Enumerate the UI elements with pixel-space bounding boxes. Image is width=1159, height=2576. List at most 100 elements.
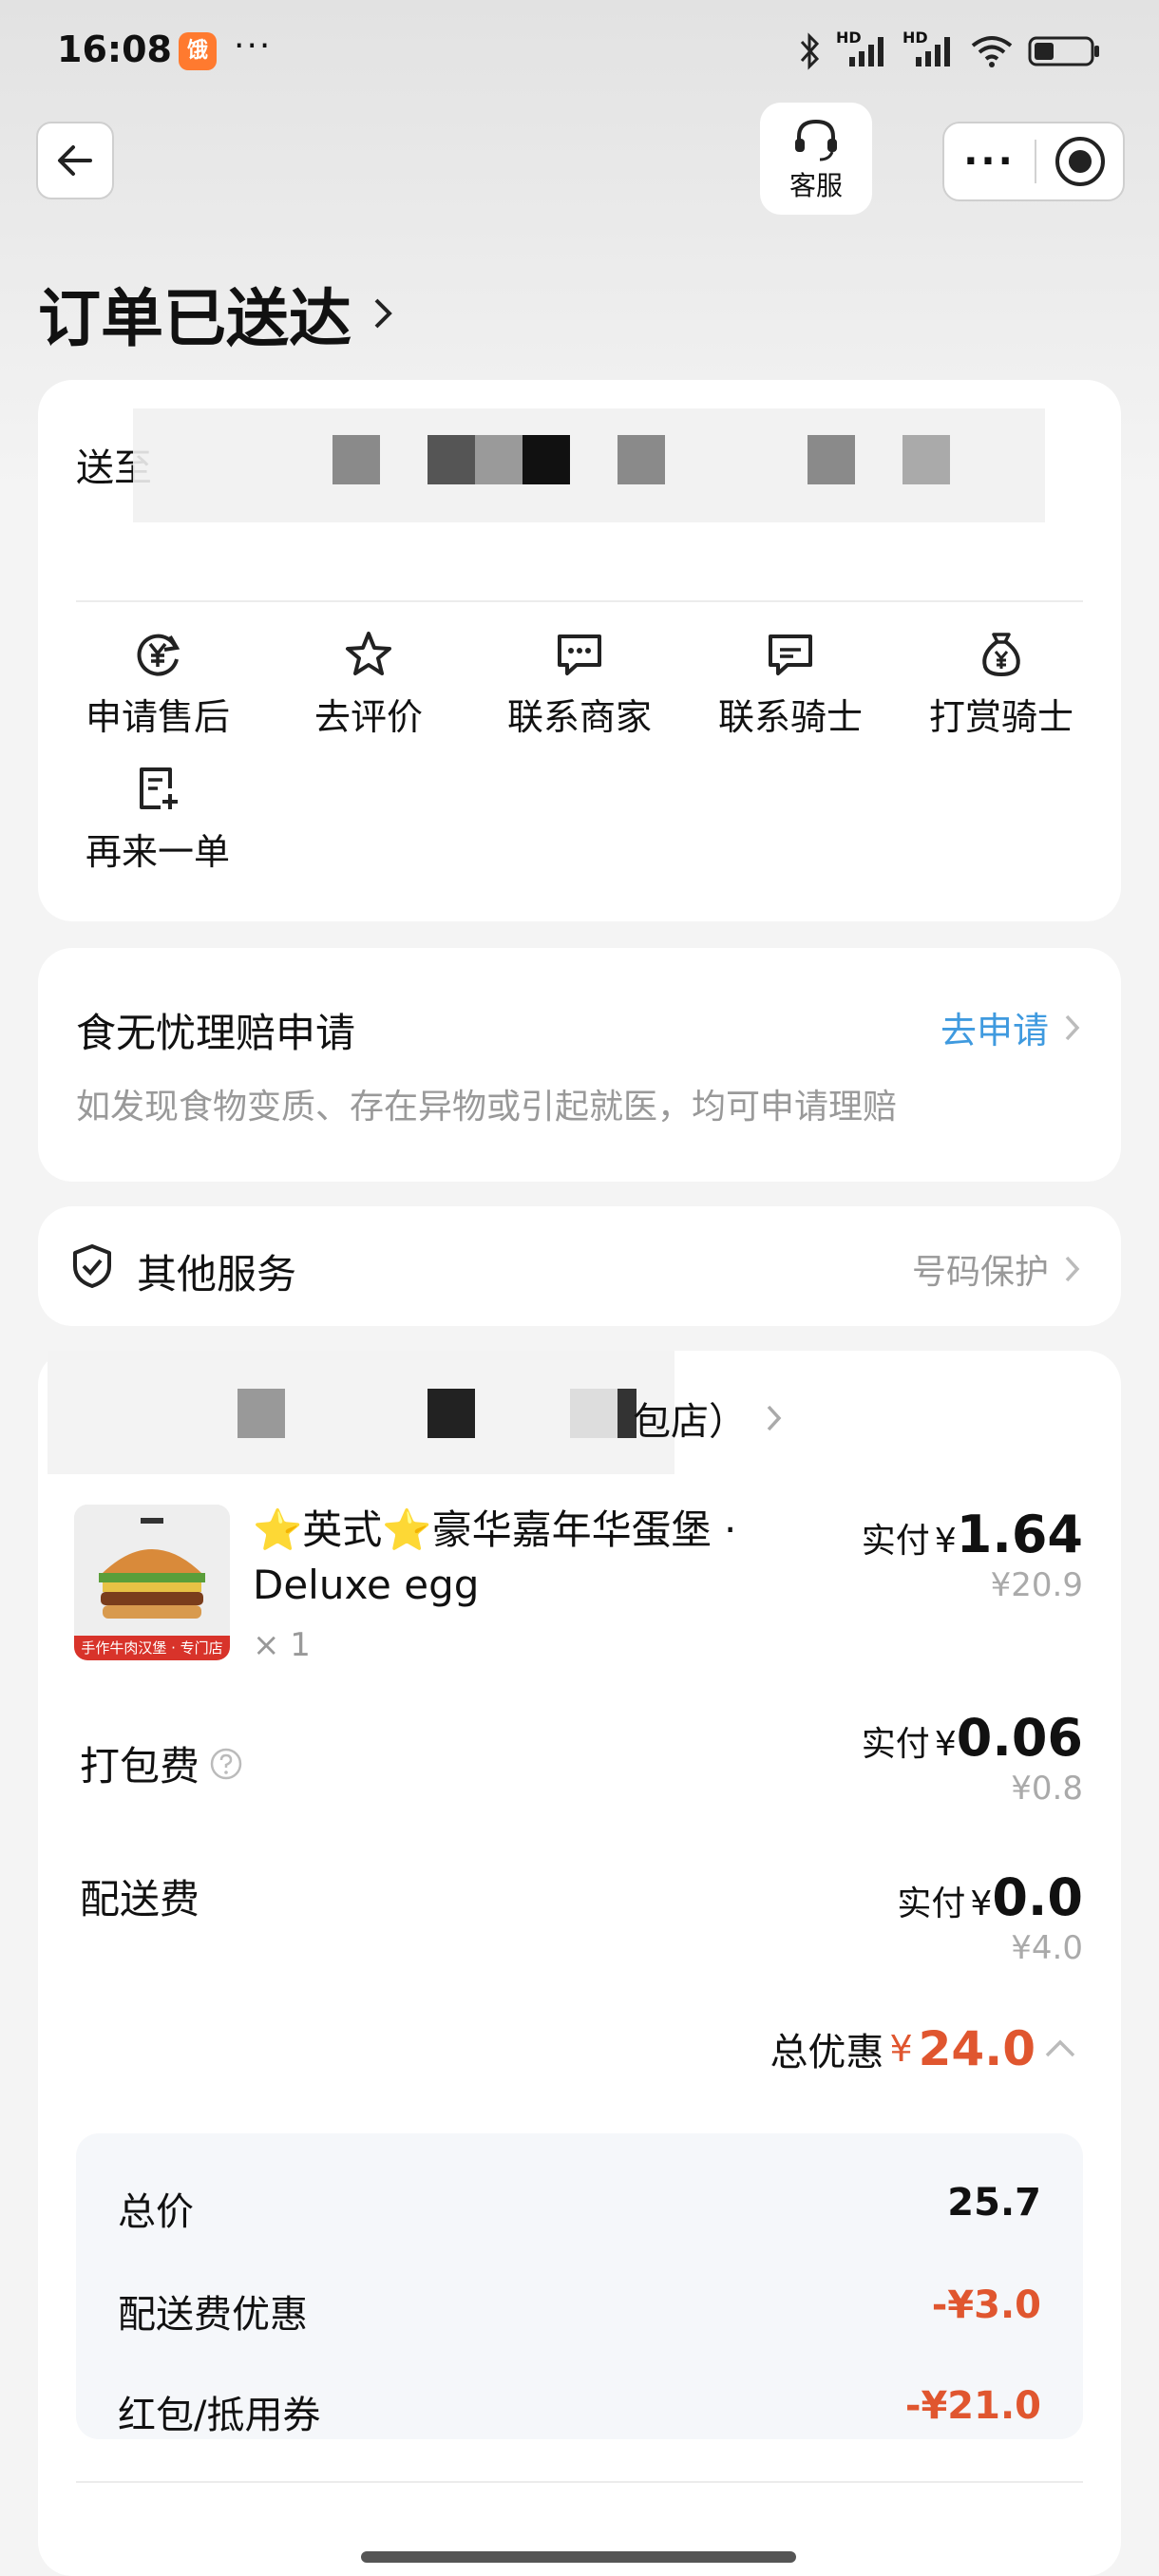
address-redacted [428,435,475,484]
packing-fee-label: 打包费 [80,1743,200,1790]
claim-apply-text: 去申请 [940,1010,1049,1051]
action-label: 打赏骑士 [928,696,1074,738]
order-status-text: 订单已送达 [38,282,352,355]
headset-icon [795,119,837,161]
chevron-right-icon [1065,1256,1080,1282]
price-summary-box: 总价 25.7 配送费优惠 -¥3.0 红包/抵用券 -¥21.0 [76,2133,1083,2439]
chat-icon [558,635,601,675]
more-options-button[interactable]: ··· [944,140,1035,183]
store-name-suffix: 包店） [633,1400,747,1444]
address-redacted [902,435,950,484]
product-quantity: × 1 [253,1626,311,1664]
delivery-fee-price: 实付 ¥0.0 ¥4.0 [897,1867,1083,1967]
product-image[interactable]: 手作牛肉汉堡 · 专门店 [74,1505,230,1660]
total-discount-yen: ¥ [889,2028,913,2070]
other-services-title: 其他服务 [137,1251,297,1297]
action-label: 再来一单 [85,831,230,873]
chevron-right-icon [767,1405,782,1431]
reorder-icon [140,767,178,809]
help-circle-icon[interactable] [209,1747,243,1781]
signal-1-icon: HD [836,28,889,70]
money-bag-icon [982,633,1020,677]
target-circle-icon [1054,137,1105,186]
order-detail-card: 包店） 手作牛肉汉堡 · 专门店 ⭐英式⭐豪华嘉年华蛋堡 · Deluxe eg… [38,1351,1121,2576]
address-redacted [618,435,665,484]
paid-amount: 1.64 [956,1505,1083,1564]
summary-value: 25.7 [947,2181,1041,2225]
status-icons: HD HD [798,28,1102,70]
action-label: 联系商家 [506,696,652,738]
claim-card[interactable]: 食无忧理赔申请 去申请 如发现食物变质、存在异物或引起就医，均可申请理赔 [38,948,1121,1182]
more-notifications-icon: ··· [234,27,273,66]
product-name[interactable]: ⭐英式⭐豪华嘉年华蛋堡 · Deluxe egg [253,1503,785,1613]
action-label: 联系骑士 [717,696,863,738]
bluetooth-icon [800,32,820,70]
store-name-redacted [238,1389,285,1438]
chevron-right-icon [374,298,392,329]
paid-amount: 0.0 [992,1867,1083,1927]
arrow-left-icon [58,145,92,176]
action-review[interactable]: 去评价 [283,629,454,740]
address-redacted [808,435,855,484]
close-miniapp-button[interactable] [1036,135,1123,188]
action-reorder[interactable]: 再来一单 [72,764,243,875]
product-name-line2: Deluxe egg [253,1562,480,1608]
paid-label: 实付 [861,1725,930,1764]
total-discount-toggle[interactable]: 总优惠 ¥ 24.0 [770,2021,1079,2076]
chat-icon [769,635,812,675]
yen-refresh-icon [137,634,180,676]
product-price: 实付 ¥1.64 ¥20.9 [862,1505,1083,1604]
signal-2-icon: HD [902,28,956,70]
yen-sign: ¥ [970,1885,993,1923]
battery-icon [1028,36,1099,66]
summary-value: -¥21.0 [904,2384,1041,2428]
miniapp-capsule: ··· [942,122,1125,201]
summary-label: 总价 [118,2190,194,2234]
summary-value: -¥3.0 [931,2283,1041,2327]
packing-fee-row: 打包费 [80,1734,243,1792]
customer-service-button[interactable]: 客服 [760,103,872,215]
address-divider [76,600,1083,602]
total-discount-value: 24.0 [918,2021,1036,2076]
action-contact-rider[interactable]: 联系骑士 [705,629,876,740]
store-name-redacted [570,1389,618,1438]
paid-label: 实付 [861,1522,930,1561]
back-button[interactable] [36,122,114,199]
original-price: ¥20.9 [990,1566,1083,1604]
star-icon [346,632,391,675]
claim-apply-link[interactable]: 去申请 [940,1001,1083,1053]
summary-row-coupon: 红包/抵用券 -¥21.0 [118,2384,1041,2439]
action-label: 申请售后 [85,696,230,738]
chevron-up-icon [1045,2039,1075,2057]
number-protection-link[interactable]: 号码保护 [912,1244,1083,1294]
order-bottom-divider [76,2481,1083,2483]
summary-label: 配送费优惠 [118,2293,308,2337]
home-indicator[interactable] [361,2551,796,2563]
number-protection-text: 号码保护 [911,1253,1049,1292]
action-contact-merchant[interactable]: 联系商家 [494,629,665,740]
other-services-card[interactable]: 其他服务 号码保护 [38,1206,1121,1326]
order-status-title[interactable]: 订单已送达 [38,268,397,359]
status-bar: 16:08 饿 ··· HD HD [0,0,1159,104]
claim-title: 食无忧理赔申请 [76,1010,356,1056]
total-discount-label: 总优惠 [770,2031,884,2074]
original-price: ¥0.8 [1011,1770,1083,1808]
product-name-line1: ⭐英式⭐豪华嘉年华蛋堡 · [253,1506,737,1553]
claim-description: 如发现食物变质、存在异物或引起就医，均可申请理赔 [76,1088,898,1127]
paid-amount: 0.06 [956,1708,1083,1768]
address-redacted [475,435,522,484]
store-link[interactable]: 包店） [633,1391,785,1446]
packing-fee-price: 实付 ¥0.06 ¥0.8 [862,1708,1083,1808]
original-price: ¥4.0 [1011,1929,1083,1967]
action-tip-rider[interactable]: 打赏骑士 [916,629,1087,740]
product-image-banner: 手作牛肉汉堡 · 专门店 [74,1636,230,1660]
summary-label: 红包/抵用券 [118,2394,321,2437]
status-time: 16:08 [57,28,172,70]
shield-check-icon [73,1244,111,1288]
delivery-fee-label: 配送费 [80,1876,200,1923]
address-redacted [332,435,380,484]
wifi-icon [971,36,1013,67]
summary-row-delivery-discount: 配送费优惠 -¥3.0 [118,2283,1041,2339]
action-after-sale[interactable]: 申请售后 [72,629,243,740]
yen-sign: ¥ [934,1522,957,1561]
